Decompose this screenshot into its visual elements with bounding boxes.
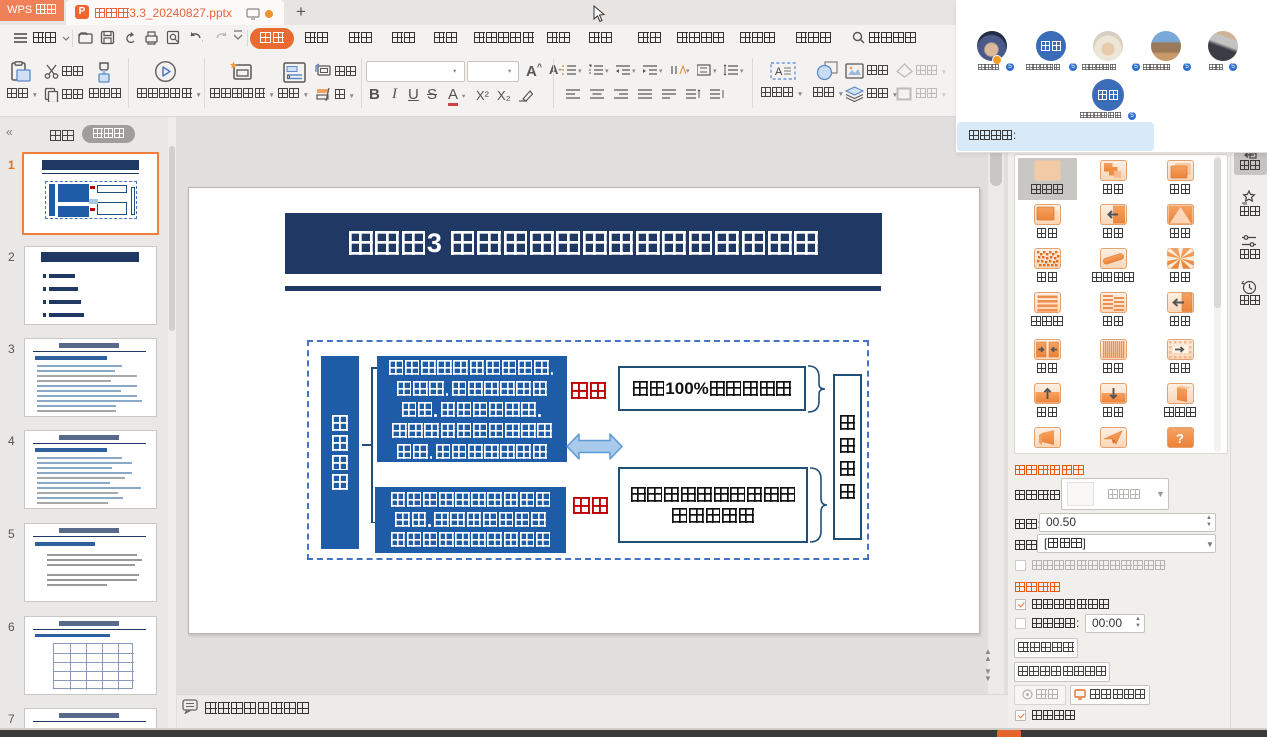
svg-text:?: ? bbox=[1176, 431, 1184, 446]
svg-text:A: A bbox=[775, 66, 783, 78]
